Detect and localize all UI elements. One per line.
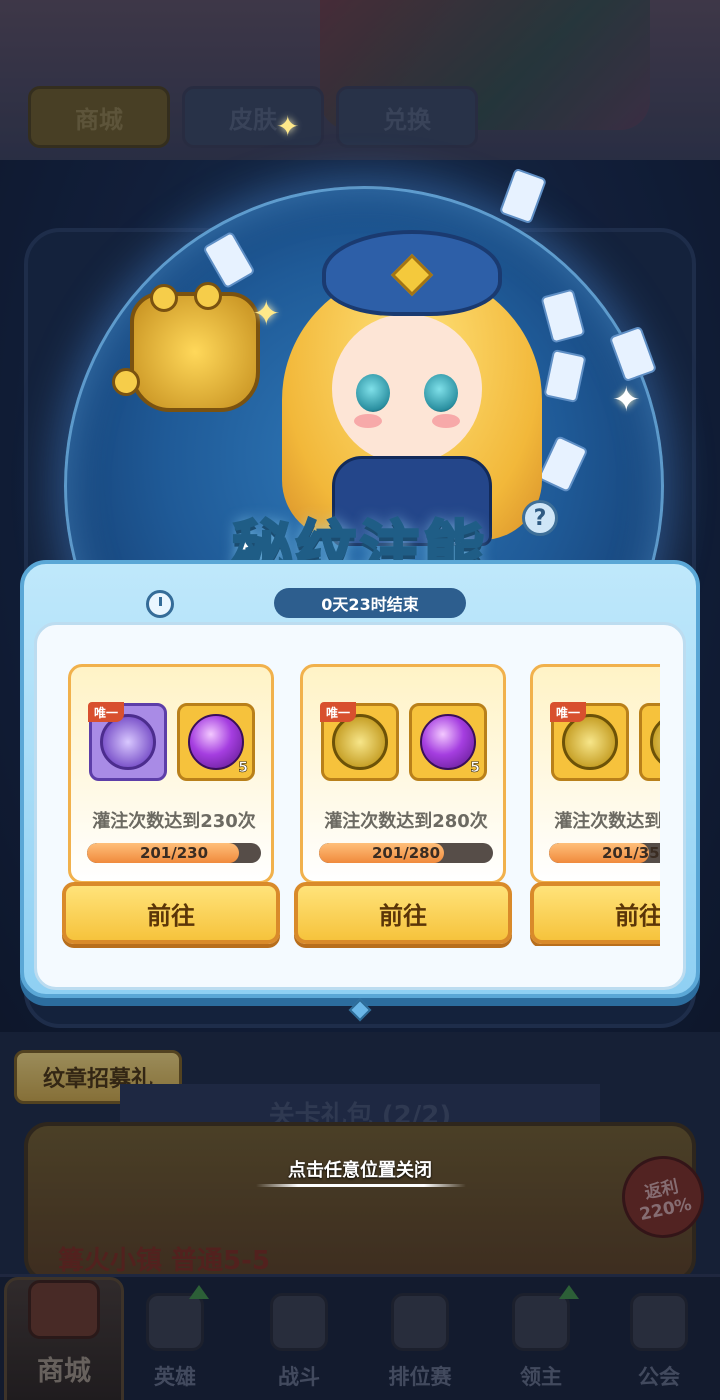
task-description: 灌注次数达到280次	[324, 811, 488, 832]
reward-quantity: 5	[470, 760, 480, 777]
hero-eye	[356, 374, 390, 412]
task-item: 唯一 5 灌注次数达到230次 201/230 前往	[62, 664, 280, 944]
task-progress-bar: 201/350	[549, 843, 660, 863]
task-description: 灌注次数达到350次	[554, 811, 660, 832]
purple-orb-icon	[420, 714, 476, 770]
hero-face	[332, 314, 482, 464]
go-button[interactable]: 前往	[530, 882, 660, 944]
reward-slot[interactable]: 唯一	[320, 702, 399, 781]
unique-tag: 唯一	[88, 702, 125, 722]
sparkle-icon: ✦	[612, 380, 641, 420]
gold-item-icon	[650, 714, 660, 770]
progress-text: 201/230	[139, 844, 209, 862]
reward-slot[interactable]: 5	[409, 703, 487, 781]
go-button[interactable]: 前往	[294, 882, 512, 944]
sparkle-icon: ✦	[276, 110, 300, 143]
purple-emblem-icon	[100, 714, 156, 770]
close-hint[interactable]: 点击任意位置关闭	[240, 1156, 480, 1182]
stopwatch-icon	[146, 590, 174, 618]
task-item: 唯一 灌注次数达到350次 201/350 前往	[530, 664, 660, 944]
reward-quantity: 5	[238, 760, 248, 777]
crown-ball	[150, 284, 178, 312]
task-description: 灌注次数达到230次	[92, 811, 256, 832]
task-card: 唯一 灌注次数达到350次 201/350	[530, 664, 660, 884]
hero-blush	[354, 414, 382, 428]
hero-blush	[432, 414, 460, 428]
task-progress-bar: 201/230	[87, 843, 261, 863]
unique-tag: 唯一	[550, 702, 587, 722]
task-card: 唯一 5 灌注次数达到280次 201/280	[300, 664, 506, 884]
reward-slot[interactable]	[639, 703, 660, 781]
purple-orb-icon	[188, 714, 244, 770]
question-icon[interactable]: ?	[522, 500, 558, 536]
hero-eye	[424, 374, 458, 412]
gold-emblem-icon	[562, 714, 618, 770]
close-hint-underline	[256, 1184, 466, 1187]
progress-text: 201/350	[601, 844, 660, 862]
task-progress-bar: 201/280	[319, 843, 493, 863]
event-timer: 0天23时结束	[274, 588, 466, 618]
crown-ball	[194, 282, 222, 310]
task-clip: 唯一 灌注次数达到350次 201/350 前往	[530, 664, 660, 946]
task-item: 唯一 5 灌注次数达到280次 201/280 前往	[294, 664, 512, 944]
reward-slot[interactable]: 5	[177, 703, 255, 781]
go-button[interactable]: 前往	[62, 882, 280, 944]
gold-emblem-icon	[332, 714, 388, 770]
bunny-crown	[130, 292, 260, 412]
crown-ball	[112, 368, 140, 396]
progress-text: 201/280	[371, 844, 441, 862]
unique-tag: 唯一	[320, 702, 357, 722]
sparkle-icon: ✦	[252, 294, 281, 334]
reward-slot[interactable]: 唯一	[550, 702, 629, 781]
reward-slot[interactable]: 唯一	[88, 702, 167, 781]
task-card: 唯一 5 灌注次数达到230次 201/230	[68, 664, 274, 884]
